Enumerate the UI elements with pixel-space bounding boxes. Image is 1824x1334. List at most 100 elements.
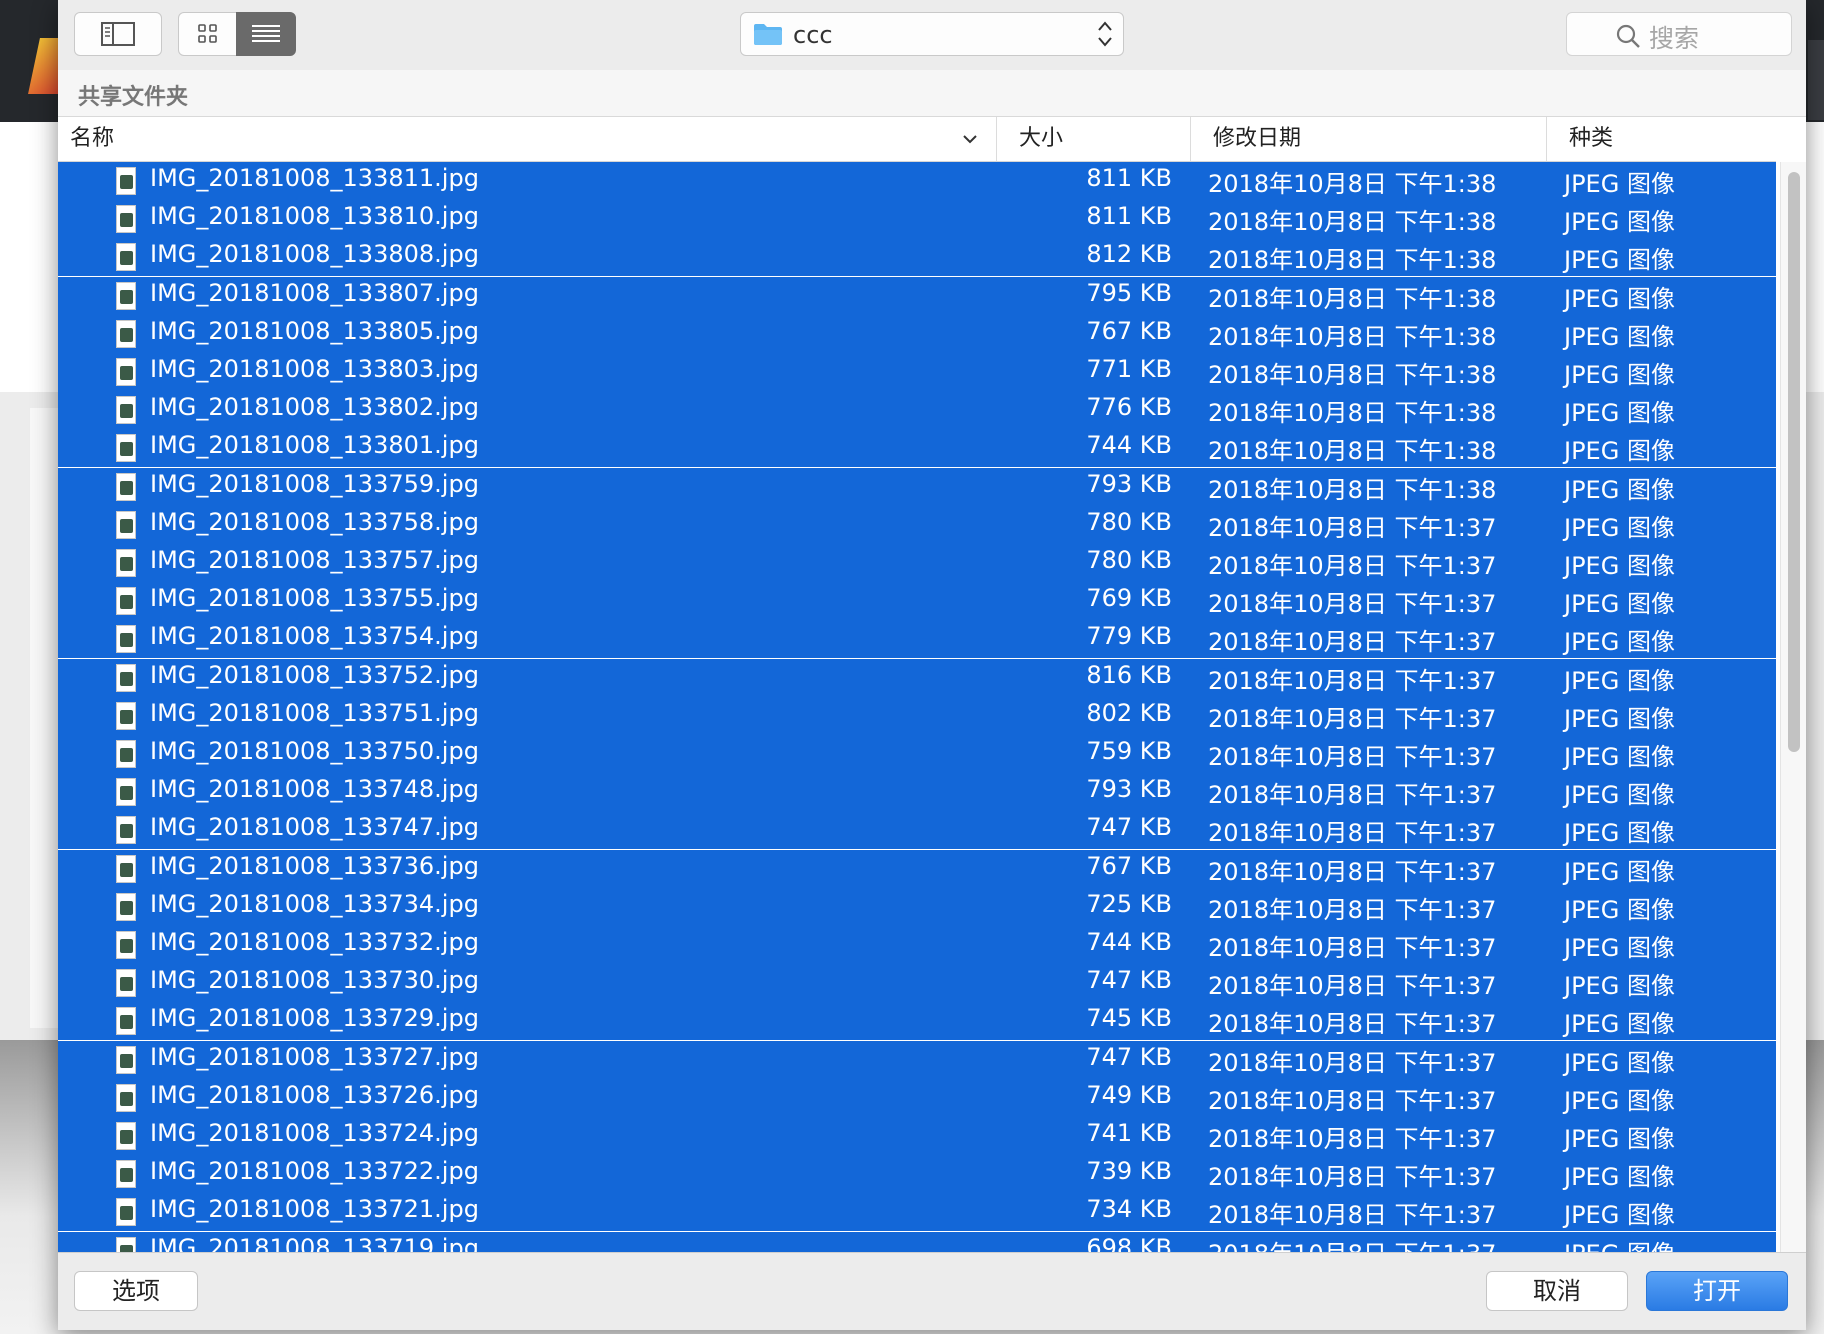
file-row[interactable]: IMG_20181008_133755.jpg 769 KB 2018年10月8日 … [58, 582, 1776, 621]
file-row[interactable]: IMG_20181008_133732.jpg 744 KB 2018年10月8日 … [58, 926, 1776, 964]
file-row[interactable]: IMG_20181008_133729.jpg 745 KB 2018年10月8日 … [58, 1002, 1776, 1041]
file-size: 793 KB [1086, 775, 1172, 804]
file-size: 734 KB [1086, 1195, 1172, 1224]
file-row[interactable]: IMG_20181008_133722.jpg 739 KB 2018年10月8日 … [58, 1155, 1776, 1194]
file-row[interactable]: IMG_20181008_133727.jpg 747 KB 2018年10月8日 … [58, 1040, 1776, 1079]
column-header: 名称 大小 修改日期 种类 [58, 117, 1776, 162]
scrollbar-thumb[interactable] [1788, 172, 1800, 752]
file-size: 811 KB [1086, 164, 1172, 192]
file-date: 2018年10月8日 下午1:37 [1208, 934, 1497, 962]
file-date: 2018年10月8日 下午1:37 [1208, 1234, 1496, 1252]
file-row[interactable]: IMG_20181008_133754.jpg 779 KB 2018年10月8日 … [58, 620, 1776, 659]
file-kind: JPEG 图像 [1564, 1086, 1675, 1115]
file-row[interactable]: IMG_20181008_133719.jpg 698 KB 2018年10月8日 … [58, 1231, 1776, 1252]
file-name: IMG_20181008_133730.jpg [150, 966, 479, 995]
file-row[interactable]: IMG_20181008_133757.jpg 780 KB 2018年10月8日 … [58, 544, 1776, 582]
list-icon [252, 25, 280, 42]
file-name: IMG_20181008_133719.jpg [150, 1233, 479, 1252]
file-kind: JPEG 图像 [1564, 284, 1675, 313]
file-date: 2018年10月8日 下午1:37 [1208, 1163, 1497, 1192]
cancel-button[interactable]: 取消 [1486, 1271, 1628, 1311]
file-row[interactable]: IMG_20181008_133734.jpg 725 KB 2018年10月8日 … [58, 887, 1776, 926]
chevron-down-icon[interactable] [962, 132, 978, 146]
file-date: 2018年10月8日 下午1:37 [1208, 1048, 1497, 1077]
file-row[interactable]: IMG_20181008_133810.jpg 811 KB 2018年10月8日 … [58, 200, 1776, 239]
file-date: 2018年10月8日 下午1:37 [1208, 1086, 1497, 1115]
file-size: 747 KB [1086, 966, 1172, 995]
file-list: IMG_20181008_133811.jpg 811 KB 2018年10月8日 … [58, 162, 1776, 1252]
file-size: 749 KB [1086, 1080, 1172, 1109]
file-name: IMG_20181008_133734.jpg [150, 889, 479, 918]
file-name: IMG_20181008_133803.jpg [150, 355, 479, 383]
file-name: IMG_20181008_133736.jpg [150, 851, 479, 880]
file-row[interactable]: IMG_20181008_133803.jpg 771 KB 2018年10月8日 … [58, 353, 1776, 391]
image-file-icon [116, 625, 136, 654]
image-file-icon [116, 1045, 136, 1074]
file-size: 779 KB [1086, 622, 1172, 651]
column-header-name[interactable]: 名称 [58, 117, 996, 161]
file-name: IMG_20181008_133727.jpg [150, 1042, 479, 1071]
file-date: 2018年10月8日 下午1:38 [1208, 322, 1497, 351]
file-row[interactable]: IMG_20181008_133807.jpg 795 KB 2018年10月8日 … [58, 276, 1776, 315]
column-header-kind[interactable]: 种类 [1546, 117, 1776, 161]
column-header-date[interactable]: 修改日期 [1190, 117, 1546, 161]
file-row[interactable]: IMG_20181008_133752.jpg 816 KB 2018年10月8日 … [58, 658, 1776, 697]
column-header-size[interactable]: 大小 [996, 117, 1190, 161]
options-button[interactable]: 选项 [74, 1271, 198, 1311]
file-row[interactable]: IMG_20181008_133747.jpg 747 KB 2018年10月8日 … [58, 811, 1776, 850]
file-name: IMG_20181008_133732.jpg [150, 928, 479, 956]
sidebar-toggle-button[interactable] [74, 12, 162, 56]
file-row[interactable]: IMG_20181008_133759.jpg 793 KB 2018年10月8日 … [58, 467, 1776, 506]
folder-icon [754, 24, 782, 45]
file-kind: JPEG 图像 [1564, 1010, 1675, 1039]
file-name: IMG_20181008_133801.jpg [150, 431, 479, 460]
list-view-button[interactable] [236, 12, 296, 56]
file-name: IMG_20181008_133751.jpg [150, 698, 479, 727]
file-row[interactable]: IMG_20181008_133748.jpg 793 KB 2018年10月8日 … [58, 773, 1776, 812]
file-row[interactable]: IMG_20181008_133808.jpg 812 KB 2018年10月8日 … [58, 238, 1776, 277]
file-row[interactable]: IMG_20181008_133751.jpg 802 KB 2018年10月8日 … [58, 696, 1776, 735]
file-size: 780 KB [1086, 507, 1172, 536]
file-row[interactable]: IMG_20181008_133724.jpg 741 KB 2018年10月8日 … [58, 1117, 1776, 1155]
view-mode-segmented-control [178, 12, 296, 56]
file-name: IMG_20181008_133755.jpg [150, 584, 479, 613]
file-date: 2018年10月8日 下午1:37 [1208, 628, 1497, 657]
file-kind: JPEG 图像 [1564, 972, 1675, 1001]
file-row[interactable]: IMG_20181008_133802.jpg 776 KB 2018年10月8日 … [58, 391, 1776, 430]
file-kind: JPEG 图像 [1564, 1163, 1675, 1192]
file-size: 744 KB [1086, 928, 1172, 956]
icon-view-button[interactable] [178, 12, 238, 56]
file-row[interactable]: IMG_20181008_133801.jpg 744 KB 2018年10月8日 … [58, 429, 1776, 468]
image-file-icon [116, 931, 136, 959]
image-file-icon [116, 358, 136, 386]
file-date: 2018年10月8日 下午1:38 [1208, 399, 1497, 428]
file-date: 2018年10月8日 下午1:37 [1208, 666, 1497, 695]
file-row[interactable]: IMG_20181008_133811.jpg 811 KB 2018年10月8日 … [58, 162, 1776, 200]
vertical-scrollbar[interactable] [1780, 162, 1806, 1252]
image-file-icon [116, 1236, 136, 1252]
sidebar-icon [101, 22, 135, 46]
search-field[interactable]: 搜索 [1566, 12, 1792, 56]
file-name: IMG_20181008_133748.jpg [150, 775, 479, 804]
file-kind: JPEG 图像 [1564, 704, 1675, 733]
file-row[interactable]: IMG_20181008_133736.jpg 767 KB 2018年10月8日 … [58, 849, 1776, 888]
location-label: ccc [793, 21, 833, 49]
file-row[interactable]: IMG_20181008_133726.jpg 749 KB 2018年10月8日 … [58, 1078, 1776, 1117]
file-size: 767 KB [1086, 851, 1172, 880]
file-name: IMG_20181008_133724.jpg [150, 1119, 479, 1147]
file-row[interactable]: IMG_20181008_133750.jpg 759 KB 2018年10月8日 … [58, 735, 1776, 773]
chevron-updown-icon [1098, 21, 1112, 47]
file-row[interactable]: IMG_20181008_133805.jpg 767 KB 2018年10月8日 … [58, 314, 1776, 353]
file-date: 2018年10月8日 下午1:38 [1208, 170, 1497, 198]
file-size: 812 KB [1086, 240, 1172, 269]
open-button[interactable]: 打开 [1646, 1271, 1788, 1311]
file-row[interactable]: IMG_20181008_133721.jpg 734 KB 2018年10月8日 … [58, 1193, 1776, 1232]
background-app-edge [1808, 40, 1824, 120]
location-popup[interactable]: ccc [740, 12, 1124, 56]
file-date: 2018年10月8日 下午1:37 [1208, 513, 1497, 542]
file-row[interactable]: IMG_20181008_133758.jpg 780 KB 2018年10月8日 … [58, 505, 1776, 544]
file-date: 2018年10月8日 下午1:37 [1208, 552, 1497, 580]
file-row[interactable]: IMG_20181008_133730.jpg 747 KB 2018年10月8日 … [58, 964, 1776, 1003]
file-name: IMG_20181008_133758.jpg [150, 507, 479, 536]
file-kind: JPEG 图像 [1564, 895, 1675, 924]
